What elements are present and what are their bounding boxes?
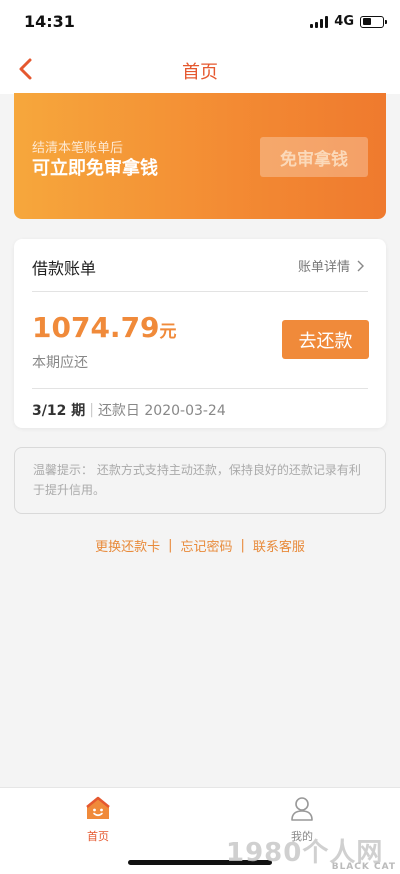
divider — [32, 388, 368, 389]
change-card-link[interactable]: 更换还款卡 — [95, 536, 160, 555]
forgot-password-link[interactable]: 忘记密码 — [180, 536, 232, 555]
banner-headline: 可立即免审拿钱 — [32, 158, 158, 179]
status-indicators: 4G — [310, 14, 387, 29]
separator: | — [168, 538, 173, 553]
tip-box: 温馨提示： 还款方式支持主动还款，保持良好的还款记录有利于提升信用。 — [14, 447, 386, 514]
footer-links: 更换还款卡 | 忘记密码 | 联系客服 — [0, 536, 400, 555]
user-icon — [291, 797, 313, 821]
period-count: 3/12 期 — [32, 403, 86, 419]
divider — [32, 291, 368, 292]
chevron-right-icon — [357, 260, 364, 271]
loan-bill-card: 借款账单 账单详情 1074.79元 本期应还 去还款 3/12 期 | 还款日… — [14, 239, 386, 428]
watermark: 1980个人网站 BLACK CAT — [226, 832, 400, 874]
amount-unit: 元 — [159, 322, 177, 342]
card-title: 借款账单 — [32, 259, 97, 278]
separator: | — [89, 402, 94, 418]
tab-home-label: 首页 — [87, 830, 109, 843]
bill-detail-label: 账单详情 — [297, 260, 350, 275]
separator: | — [240, 538, 245, 553]
quick-cash-button[interactable]: 免审拿钱 — [260, 137, 368, 177]
contact-support-link[interactable]: 联系客服 — [253, 536, 305, 555]
watermark-subtext: BLACK CAT — [331, 862, 396, 872]
home-icon — [86, 796, 110, 819]
page-title: 首页 — [182, 62, 218, 83]
network-type: 4G — [334, 14, 354, 29]
period-row: 3/12 期 | 还款日 2020-03-24 — [32, 400, 226, 420]
amount-value: 1074.79 — [32, 311, 160, 344]
repay-button[interactable]: 去还款 — [282, 320, 369, 359]
due-date: 还款日 2020-03-24 — [97, 403, 226, 419]
promo-banner: 结清本笔账单后 可立即免审拿钱 免审拿钱 — [14, 93, 386, 219]
status-time: 14:31 — [24, 12, 75, 31]
status-bar: 14:31 4G — [0, 0, 400, 44]
tab-home[interactable]: 首页 — [68, 794, 128, 844]
due-amount: 1074.79元 — [32, 311, 177, 344]
nav-bar: 首页 — [0, 44, 400, 94]
bill-detail-link[interactable]: 账单详情 — [298, 256, 364, 275]
signal-icon — [310, 15, 329, 28]
amount-label: 本期应还 — [32, 355, 88, 371]
battery-icon — [360, 15, 387, 28]
